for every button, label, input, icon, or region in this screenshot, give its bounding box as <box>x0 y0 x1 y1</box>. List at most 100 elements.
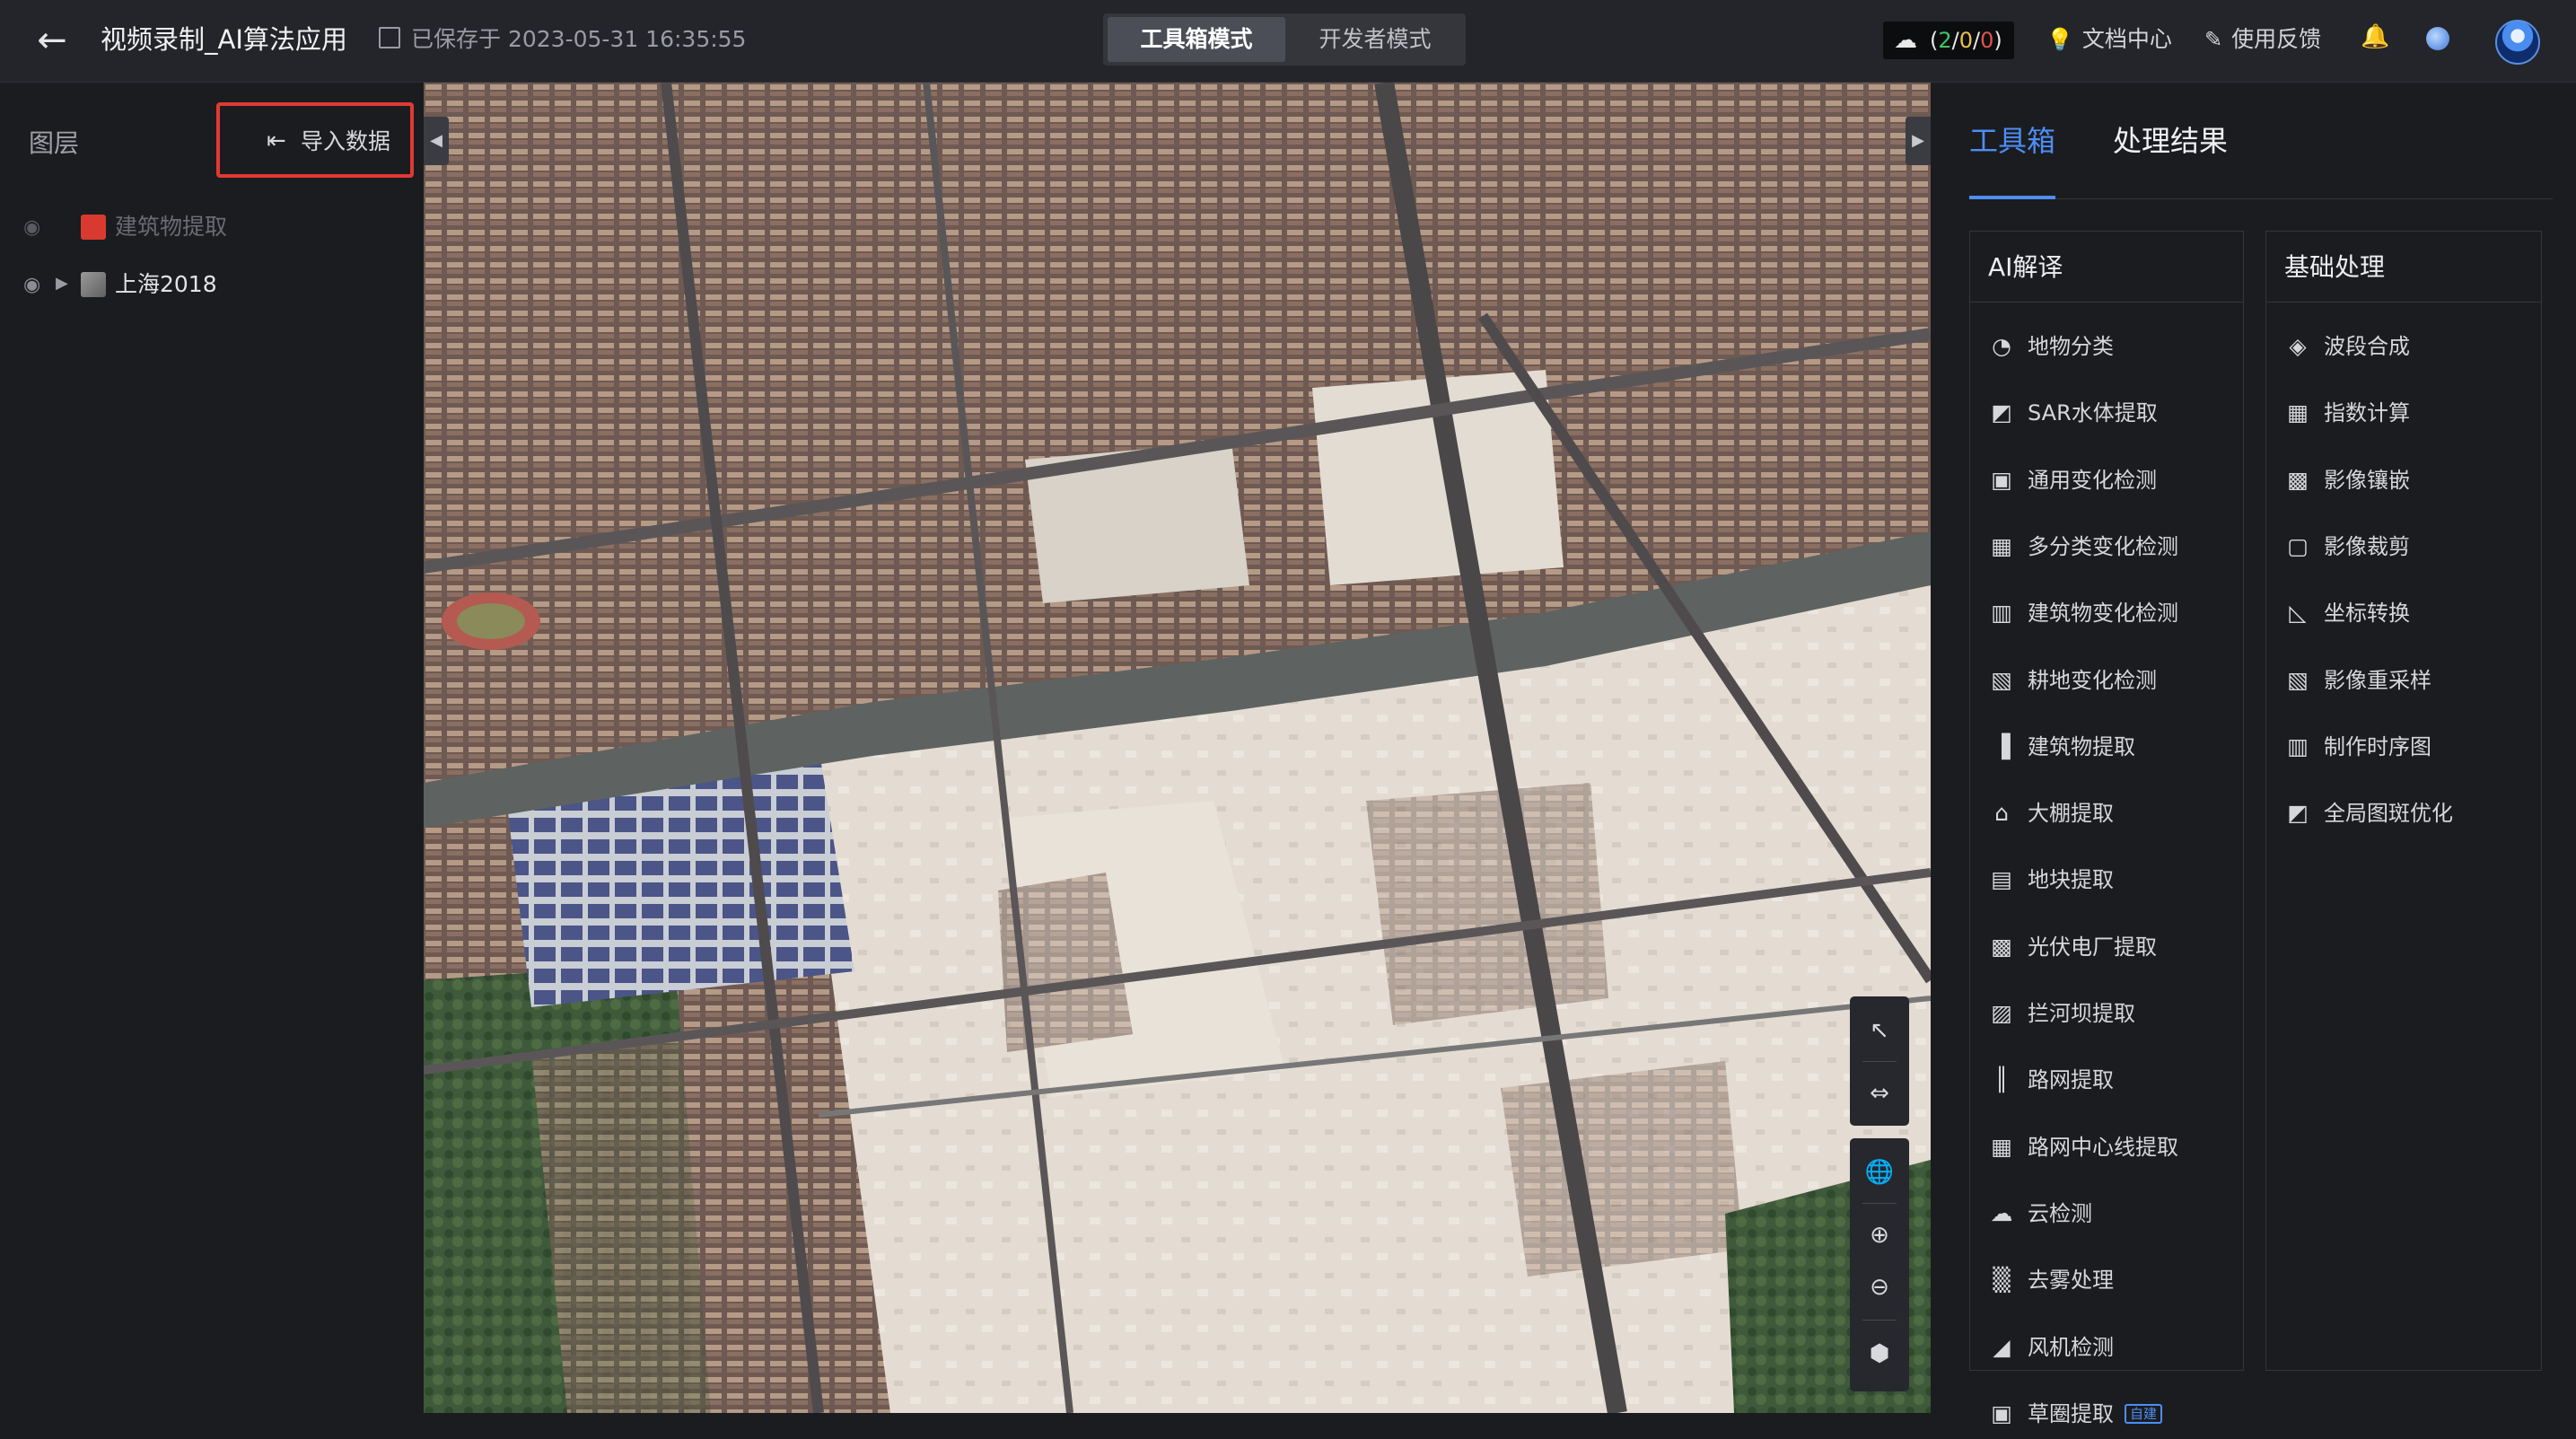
mode-toolbox-button[interactable]: 工具箱模式 <box>1108 17 1285 62</box>
wind-turbine-icon: ◢ <box>1993 1333 2011 1360</box>
mode-switch: 工具箱模式 开发者模式 <box>1103 13 1466 66</box>
group-header: AI解译 <box>1970 232 2243 303</box>
basic-processing-group: 基础处理 ◈ 波段合成 ▦ 指数计算 ▩ 影像镶嵌 ▢ 影像裁剪 ◺ 坐标转换 ▧ 影像重采样 ▥ 制作时… <box>2265 231 2542 1371</box>
map-view[interactable] <box>424 83 1931 1413</box>
tool-item[interactable]: ▩ 影像镶嵌 <box>2266 455 2541 505</box>
collapse-left-panel-button[interactable]: ◀ <box>424 117 449 165</box>
tab-results[interactable]: 处理结果 <box>2113 120 2228 162</box>
tool-item-label: 建筑物变化检测 <box>2028 601 2178 627</box>
tool-item-label: 影像裁剪 <box>2324 533 2410 559</box>
tool-item[interactable]: ▣ 通用变化检测 <box>1970 455 2243 505</box>
coordinate-icon: ◺ <box>2289 600 2307 627</box>
tool-item-label: 制作时序图 <box>2324 733 2431 759</box>
tool-item[interactable]: ▧ 影像重采样 <box>2266 655 2541 706</box>
layer-name[interactable]: 上海2018 <box>115 268 217 301</box>
mosaic-icon: ▩ <box>2287 466 2309 493</box>
change-detect-icon: ▣ <box>1991 466 2012 493</box>
tool-item-label: 建筑物提取 <box>2028 733 2135 759</box>
save-status-text: 已保存于 2023-05-31 16:35:55 <box>411 26 747 52</box>
tool-item[interactable]: ▢ 影像裁剪 <box>2266 522 2541 572</box>
tool-item[interactable]: ◢ 风机检测 <box>1970 1322 2243 1373</box>
import-data-label: 导入数据 <box>301 128 391 154</box>
layer-row-shanghai[interactable]: ◉ ▶ 上海2018 <box>0 263 422 306</box>
save-icon <box>379 27 400 48</box>
eye-off-icon[interactable]: ◉ <box>23 216 40 239</box>
group-header: 基础处理 <box>2266 232 2541 303</box>
zoom-out-icon[interactable]: ⊖ <box>1850 1257 1909 1318</box>
mode-developer-button[interactable]: 开发者模式 <box>1287 17 1463 62</box>
tool-item[interactable]: ▤ 地块提取 <box>1970 855 2243 905</box>
task-counter[interactable]: ☁ (2/0/0) <box>1883 22 2014 59</box>
lightbulb-icon: 💡 <box>2046 27 2073 52</box>
tool-item[interactable]: ◔ 地物分类 <box>1970 321 2243 372</box>
collapse-right-panel-button[interactable]: ▶ <box>1906 117 1931 165</box>
active-tab-indicator <box>1969 196 2055 199</box>
tool-item[interactable]: ║ 路网提取 <box>1970 1055 2243 1105</box>
index-calc-icon: ▦ <box>2287 399 2309 426</box>
project-title: 视频录制_AI算法应用 <box>101 24 347 55</box>
feedback-link[interactable]: ✎ 使用反馈 <box>2204 22 2321 57</box>
map-tool-group-bottom: 🌐 ⊕ ⊖ ⬢ <box>1850 1138 1909 1391</box>
road-icon: ║ <box>1994 1066 2009 1093</box>
task-done-count: 2 <box>1938 28 1952 53</box>
tool-item-label: 草圈提取 <box>2028 1400 2114 1426</box>
layer-name[interactable]: 建筑物提取 <box>115 211 227 243</box>
greenhouse-icon: ⌂ <box>1994 800 2009 827</box>
tool-item-label: 全局图斑优化 <box>2324 801 2453 827</box>
tool-item[interactable]: ▩ 光伏电厂提取 <box>1970 922 2243 972</box>
layers-title: 图层 <box>29 128 80 158</box>
tool-item[interactable]: ▦ 指数计算 <box>2266 388 2541 438</box>
tool-item[interactable]: ▨ 拦河坝提取 <box>1970 988 2243 1039</box>
map-tool-group-top: ↖ ⇔ <box>1850 996 1909 1126</box>
tool-item-label: 影像镶嵌 <box>2324 467 2410 493</box>
eye-icon[interactable]: ◉ <box>23 274 40 296</box>
bell-icon[interactable]: 🔔 <box>2361 23 2389 50</box>
farmland-change-icon: ▧ <box>1991 666 2012 693</box>
globe-icon[interactable]: 🌐 <box>1850 1142 1909 1203</box>
tool-item[interactable]: ⌂ 大棚提取 <box>1970 788 2243 838</box>
import-icon: ⇤ <box>267 127 286 154</box>
language-globe-icon[interactable] <box>2426 27 2449 50</box>
tool-item-label: 云检测 <box>2028 1200 2092 1226</box>
tool-item-label: 波段合成 <box>2324 334 2410 359</box>
task-failed-count: 0 <box>1980 28 1994 53</box>
arrow-left-icon[interactable]: ← <box>34 20 70 61</box>
feedback-icon: ✎ <box>2204 27 2223 52</box>
import-data-button[interactable]: ⇤ 导入数据 <box>216 102 414 178</box>
tab-toolbox[interactable]: 工具箱 <box>1969 120 2055 162</box>
tool-item[interactable]: ▒ 去雾处理 <box>1970 1255 2243 1305</box>
tool-item[interactable]: ▥ 建筑物变化检测 <box>1970 588 2243 638</box>
layer-row-building[interactable]: ◉ 建筑物提取 <box>0 206 422 249</box>
caret-right-icon[interactable]: ▶ <box>56 274 68 293</box>
solar-icon: ▩ <box>1991 933 2012 960</box>
split-compare-icon[interactable]: ⇔ <box>1850 1063 1909 1124</box>
task-counter-close: ) <box>1993 28 2002 53</box>
building-change-icon: ▥ <box>1991 600 2012 627</box>
tool-item[interactable]: ☁ 云检测 <box>1970 1189 2243 1239</box>
tool-item-label: 拦河坝提取 <box>2028 1001 2135 1026</box>
tool-item[interactable]: ▥ 制作时序图 <box>2266 722 2541 772</box>
tool-item[interactable]: ◈ 波段合成 <box>2266 321 2541 372</box>
tool-item[interactable]: ▣ 草圈提取 自建 <box>1970 1389 2243 1439</box>
pointer-icon[interactable]: ↖ <box>1850 1000 1909 1061</box>
tool-item[interactable]: ▦ 多分类变化检测 <box>1970 522 2243 572</box>
tool-item[interactable]: ▐ 建筑物提取 <box>1970 722 2243 772</box>
tool-item-label: 坐标转换 <box>2324 601 2410 627</box>
tool-item[interactable]: ▦ 路网中心线提取 <box>1970 1122 2243 1172</box>
layers-3d-icon[interactable]: ⬢ <box>1850 1323 1909 1384</box>
tool-item-label: 路网提取 <box>2028 1067 2114 1093</box>
toolbox-panel: 工具箱 处理结果 AI解译 ◔ 地物分类 ◩ SAR水体提取 ▣ 通用变化检测 ▦ 多分类变化… <box>1932 83 2576 1426</box>
tool-item[interactable]: ◩ SAR水体提取 <box>1970 388 2243 438</box>
avatar[interactable] <box>2495 20 2540 65</box>
sar-water-icon: ◩ <box>1991 399 2012 426</box>
tool-item[interactable]: ◩ 全局图斑优化 <box>2266 788 2541 838</box>
task-counter-sep: / <box>1951 28 1959 53</box>
basic-group-title: 基础处理 <box>2284 252 2386 282</box>
ai-interpretation-group: AI解译 ◔ 地物分类 ◩ SAR水体提取 ▣ 通用变化检测 ▦ 多分类变化检测 ▥ 建筑物变化检… <box>1969 231 2244 1426</box>
doc-center-link[interactable]: 💡 文档中心 <box>2046 22 2172 57</box>
tool-item[interactable]: ▧ 耕地变化检测 <box>1970 655 2243 706</box>
dehaze-icon: ▒ <box>1993 1267 2011 1294</box>
tool-item-label: 指数计算 <box>2324 400 2410 426</box>
dam-icon: ▨ <box>1991 1000 2012 1026</box>
tool-item[interactable]: ◺ 坐标转换 <box>2266 588 2541 638</box>
